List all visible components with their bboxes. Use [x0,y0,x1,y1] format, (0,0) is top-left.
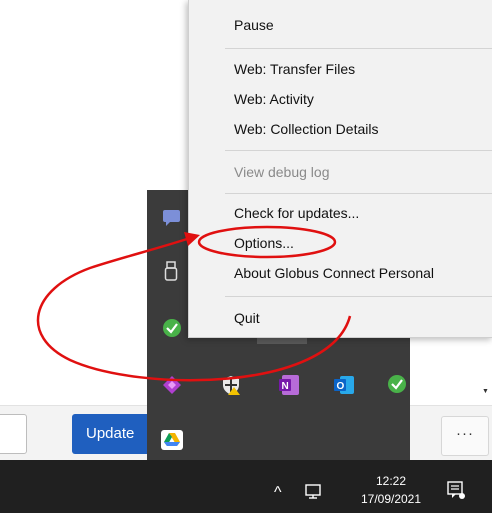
annotation-arrowhead [184,232,200,246]
annotation-arrow [36,236,352,382]
tray-chevron-icon[interactable]: ^ [274,484,282,502]
network-icon[interactable] [304,483,324,506]
clock-date[interactable]: 17/09/2021 [342,492,440,506]
clock-time[interactable]: 12:22 [366,474,416,488]
annotation-circle [197,225,337,259]
notification-center-icon[interactable] [446,480,466,505]
annotation-overlay [36,225,352,382]
